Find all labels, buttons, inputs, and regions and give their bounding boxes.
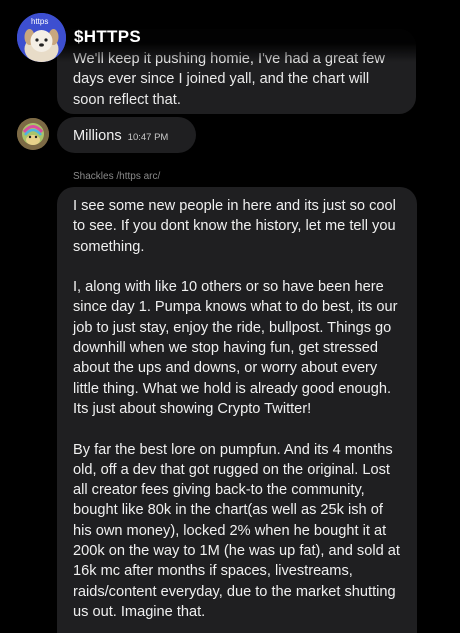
message-bubble[interactable]: I see some new people in here and its ju…: [57, 187, 417, 633]
reply-to-label[interactable]: Shackles /https arc/: [73, 171, 160, 182]
chat-header: https $HTTPS: [0, 0, 460, 62]
message-paragraph: By far the best lore on pumpfun. And its…: [73, 441, 400, 620]
sender-avatar[interactable]: [17, 118, 49, 150]
avatar-caption: https: [31, 17, 48, 26]
chat-avatar[interactable]: https: [17, 13, 66, 62]
message-timestamp: 10:47 PM: [127, 132, 169, 143]
rainbow-character-avatar-icon: [17, 118, 49, 150]
dog-avatar-icon: https: [17, 13, 66, 62]
chat-title: $HTTPS: [74, 27, 141, 46]
message-bubble[interactable]: Millions 10:47 PM: [57, 117, 196, 153]
message-paragraph: I, along with like 10 others or so have …: [73, 279, 398, 417]
message-paragraph: I see some new people in here and its ju…: [73, 198, 396, 255]
message-text: Millions: [73, 128, 122, 144]
